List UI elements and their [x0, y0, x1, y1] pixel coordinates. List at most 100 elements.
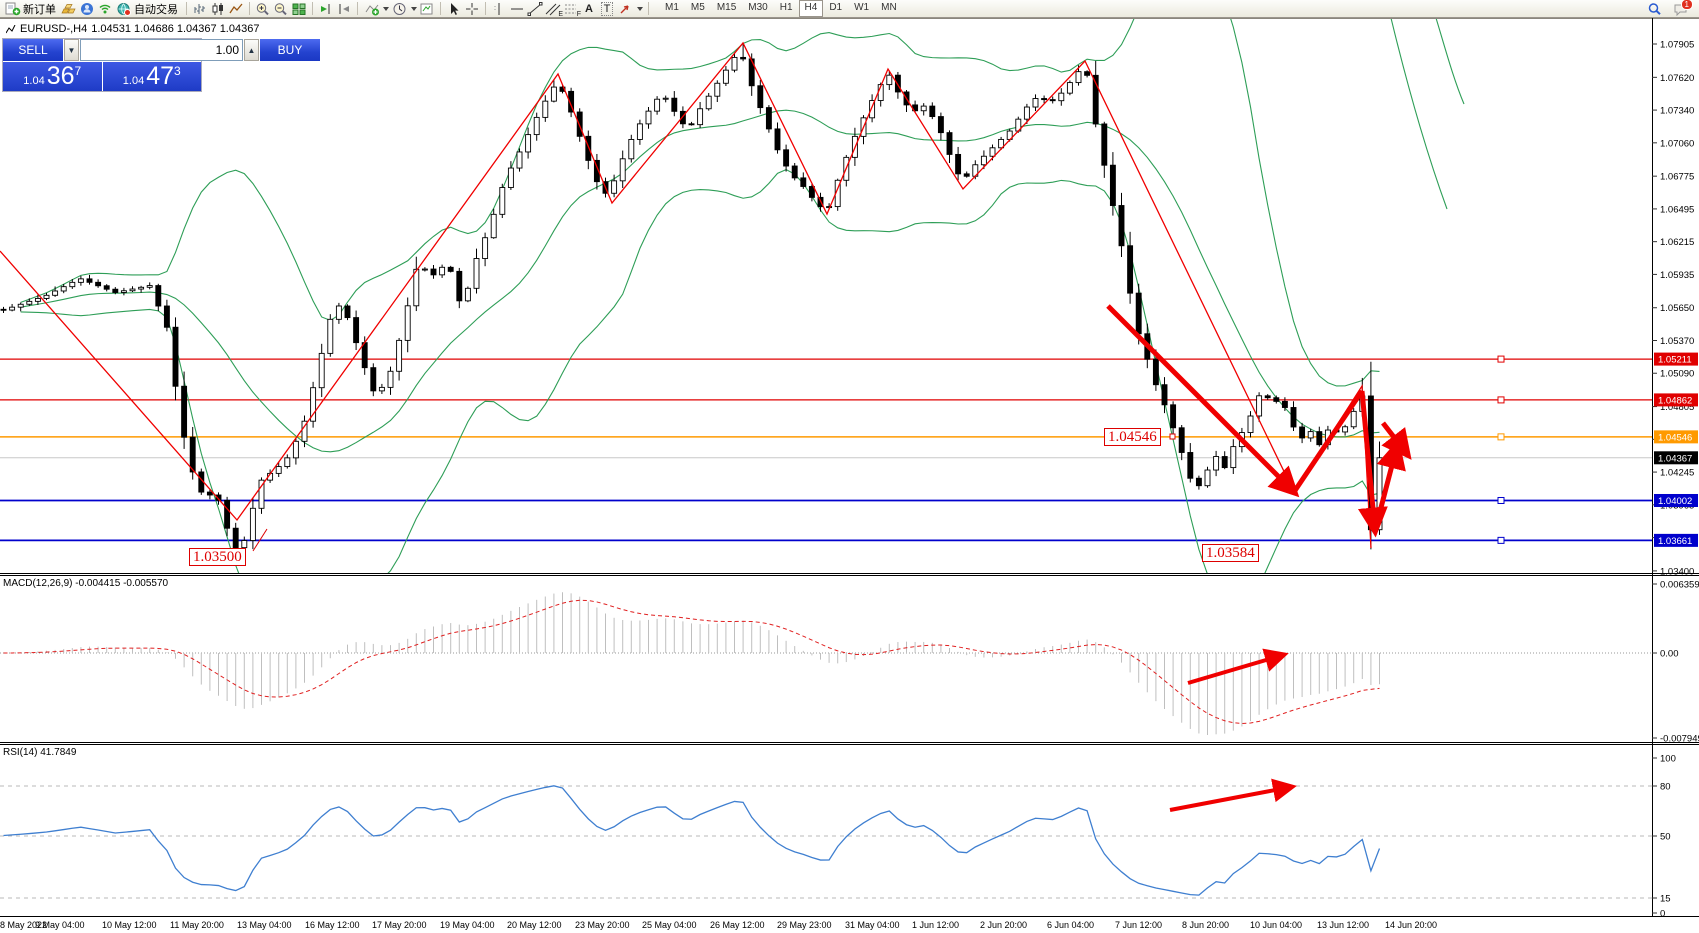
time-axis-label: 9 May 04:00 [35, 920, 85, 930]
autotrading-button[interactable]: 自动交易 [114, 1, 182, 16]
candle-body [1171, 405, 1176, 428]
time-axis-label: 10 Jun 04:00 [1250, 920, 1302, 930]
periods-button[interactable] [390, 1, 418, 16]
chart-candles-icon[interactable] [209, 1, 227, 16]
candle-body [156, 286, 161, 306]
sell-price[interactable]: 1.04367 [3, 62, 102, 91]
timeframe-m1[interactable]: M1 [659, 0, 685, 15]
candle-body [758, 86, 763, 108]
rsi-red-arrow[interactable] [1170, 787, 1291, 810]
axis-price-label-text: 1.03661 [1658, 536, 1692, 547]
hline-handle[interactable] [1498, 497, 1504, 503]
buy-button[interactable]: BUY [260, 39, 320, 61]
search-icon[interactable] [1646, 1, 1664, 16]
candle-body [586, 136, 591, 160]
timeframe-h1[interactable]: H1 [774, 0, 799, 15]
separator [440, 2, 441, 15]
notifications-icon[interactable]: 1 [1672, 1, 1690, 16]
chart-shift-icon[interactable] [335, 1, 353, 16]
time-axis-label: 29 May 23:00 [777, 920, 832, 930]
community-icon[interactable] [78, 1, 96, 16]
candle-body [895, 75, 900, 92]
candle-body [715, 83, 720, 96]
candle-body [422, 269, 427, 270]
arrows-tool-button[interactable] [616, 1, 644, 16]
timeframe-bar: M1M5M15M30H1H4D1W1MN [659, 0, 903, 17]
volume-down-button[interactable]: ▼ [64, 39, 79, 61]
candle-body [551, 87, 556, 101]
price-annotation-1.03500[interactable]: 1.03500 [189, 548, 246, 566]
hline-handle[interactable] [1498, 434, 1504, 440]
candle-body [1153, 359, 1158, 385]
timeframe-w1[interactable]: W1 [848, 0, 875, 15]
candle-body [1231, 447, 1236, 468]
hline-handle[interactable] [1498, 537, 1504, 543]
hline-icon[interactable] [508, 1, 526, 16]
candle-body [44, 295, 49, 298]
chart-canvas[interactable]: 1.079051.076201.073401.070601.067751.064… [0, 18, 1699, 933]
time-axis-label: 31 May 04:00 [845, 920, 900, 930]
buy-price[interactable]: 1.04473 [103, 62, 202, 91]
time-axis-label: 14 Jun 20:00 [1385, 920, 1437, 930]
timeframe-m30[interactable]: M30 [742, 0, 773, 15]
fibo-icon[interactable]: F [562, 1, 580, 16]
candle-body [10, 307, 15, 310]
rsi-label: RSI(14) 41.7849 [3, 747, 77, 758]
indicators-button[interactable] [362, 1, 390, 16]
candle-body [1024, 107, 1029, 119]
candle-body [775, 129, 780, 150]
timeframe-mn[interactable]: MN [875, 0, 903, 15]
text-icon[interactable]: A [580, 1, 598, 16]
tile-windows-icon[interactable] [290, 1, 308, 16]
signals-icon[interactable] [96, 1, 114, 16]
hline-handle[interactable] [1498, 356, 1504, 362]
volume-up-button[interactable]: ▲ [244, 39, 259, 61]
red-arrow-annotation[interactable] [1108, 306, 1294, 492]
candle-body [1291, 407, 1296, 426]
timeframe-m5[interactable]: M5 [685, 0, 711, 15]
timeframe-d1[interactable]: D1 [823, 0, 848, 15]
separator [648, 2, 649, 15]
macd-red-arrow[interactable] [1188, 655, 1283, 683]
candle-body [672, 98, 677, 111]
cursor-icon[interactable] [445, 1, 463, 16]
candle-body [637, 124, 642, 140]
zoom-out-icon[interactable] [272, 1, 290, 16]
candle-body [319, 353, 324, 387]
red-arrow-annotation[interactable] [1294, 391, 1362, 492]
sell-button[interactable]: SELL [3, 39, 63, 61]
chart-bars-icon[interactable] [191, 1, 209, 16]
timeframe-m15[interactable]: M15 [711, 0, 742, 15]
price-annotation-1.04546[interactable]: 1.04546 [1104, 428, 1161, 446]
zoom-in-icon[interactable] [254, 1, 272, 16]
autoscroll-icon[interactable] [317, 1, 335, 16]
chart-line-icon[interactable] [227, 1, 245, 16]
time-axis-label: 8 Jun 20:00 [1182, 920, 1229, 930]
candle-body [1085, 72, 1090, 76]
volume-input[interactable] [80, 39, 243, 61]
time-axis-label: 26 May 12:00 [710, 920, 765, 930]
macd-pane [0, 592, 1652, 735]
price-tick-label: 1.05650 [1660, 303, 1694, 314]
vline-icon[interactable] [490, 1, 508, 16]
hline-handle[interactable] [1498, 397, 1504, 403]
price-tick-label: 1.05370 [1660, 336, 1694, 347]
candle-body [526, 135, 531, 152]
candle-body [1179, 428, 1184, 453]
time-axis-label: 13 May 04:00 [237, 920, 292, 930]
templates-icon[interactable] [418, 1, 436, 16]
timeframe-h4[interactable]: H4 [799, 0, 824, 17]
sell-price-pip: 7 [75, 64, 82, 78]
annotation-handle[interactable] [1170, 434, 1175, 439]
price-annotation-1.03584[interactable]: 1.03584 [1202, 544, 1259, 562]
channel-icon[interactable]: E [544, 1, 562, 16]
gold-icon[interactable] [60, 1, 78, 16]
candle-body [225, 500, 230, 528]
crosshair-icon[interactable] [463, 1, 481, 16]
new-order-button[interactable]: 新订单 [3, 1, 60, 16]
candle-body [27, 301, 32, 304]
label-icon[interactable]: T [598, 1, 616, 16]
trendline-icon[interactable] [526, 1, 544, 16]
candle-body [784, 150, 789, 166]
price-tick-label: 1.06495 [1660, 204, 1694, 215]
